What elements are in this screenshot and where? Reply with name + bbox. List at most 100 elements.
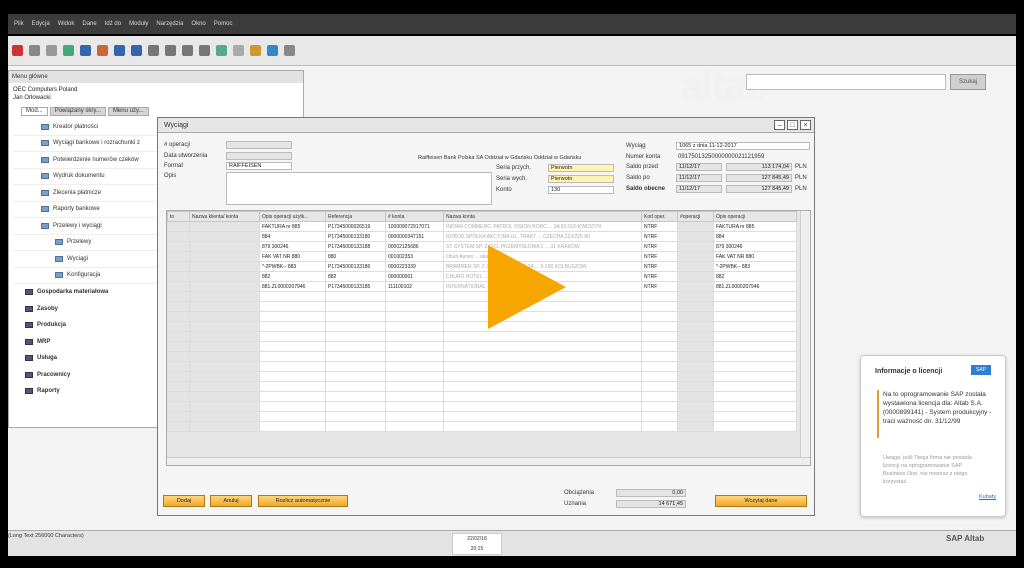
- table-cell[interactable]: [167, 261, 190, 272]
- table-cell[interactable]: [167, 381, 190, 392]
- next-record-icon[interactable]: [182, 45, 193, 56]
- table-cell[interactable]: [167, 371, 190, 382]
- column-header[interactable]: Nazwa klienta/ konta: [189, 211, 260, 222]
- table-cell[interactable]: [641, 391, 678, 402]
- export-icon[interactable]: [63, 45, 74, 56]
- tab-related[interactable]: Powiązany skry...: [49, 107, 106, 116]
- add-icon[interactable]: [131, 45, 142, 56]
- table-cell[interactable]: 882: [259, 271, 326, 282]
- table-cell[interactable]: [259, 351, 326, 362]
- table-cell[interactable]: [641, 421, 678, 432]
- table-cell[interactable]: [677, 391, 714, 402]
- email-icon[interactable]: [46, 45, 57, 56]
- table-cell[interactable]: [713, 351, 797, 362]
- find-icon[interactable]: [114, 45, 125, 56]
- table-cell[interactable]: [325, 311, 386, 322]
- pdf-icon[interactable]: [97, 45, 108, 56]
- table-cell[interactable]: [189, 371, 260, 382]
- table-cell[interactable]: 0000223339: [385, 261, 444, 272]
- play-icon[interactable]: [488, 245, 566, 329]
- table-cell[interactable]: [443, 391, 642, 402]
- table-cell[interactable]: *-2PWBK-- 883: [259, 261, 326, 272]
- table-cell[interactable]: [385, 401, 444, 412]
- table-cell[interactable]: [325, 381, 386, 392]
- table-cell[interactable]: [713, 341, 797, 352]
- table-cell[interactable]: [167, 271, 190, 282]
- table-cell[interactable]: [713, 291, 797, 302]
- table-cell[interactable]: [641, 351, 678, 362]
- table-cell[interactable]: [443, 371, 642, 382]
- table-cell[interactable]: P17345000133180: [325, 231, 386, 242]
- column-header[interactable]: Opis operacji: [713, 211, 797, 222]
- tab-user-menu[interactable]: Menu uży...: [107, 107, 149, 116]
- created-field[interactable]: [226, 152, 292, 160]
- menu-edit[interactable]: Edycja: [32, 21, 50, 27]
- table-cell[interactable]: [713, 381, 797, 392]
- table-cell[interactable]: [189, 401, 260, 412]
- close-icon[interactable]: ×: [800, 120, 811, 130]
- table-cell[interactable]: [677, 221, 714, 232]
- empty-row[interactable]: [167, 401, 797, 412]
- table-cell[interactable]: [189, 421, 260, 432]
- table-cell[interactable]: [443, 351, 642, 362]
- table-cell[interactable]: NTRF: [641, 241, 678, 252]
- table-cell[interactable]: [259, 361, 326, 372]
- table-cell[interactable]: [677, 381, 714, 392]
- table-cell[interactable]: [189, 251, 260, 262]
- table-cell[interactable]: [167, 311, 190, 322]
- table-cell[interactable]: [167, 421, 190, 432]
- table-cell[interactable]: [385, 391, 444, 402]
- empty-row[interactable]: [167, 371, 797, 382]
- sort-icon[interactable]: [233, 45, 244, 56]
- table-cell[interactable]: [385, 341, 444, 352]
- column-header[interactable]: # konta: [385, 211, 444, 222]
- help-icon[interactable]: [284, 45, 295, 56]
- table-cell[interactable]: [713, 361, 797, 372]
- tab-modules[interactable]: Mod...: [21, 107, 48, 116]
- print-icon[interactable]: [12, 45, 23, 56]
- table-cell[interactable]: 001002353: [385, 251, 444, 262]
- table-cell[interactable]: [325, 301, 386, 312]
- table-cell[interactable]: 879 300246: [713, 241, 797, 252]
- table-cell[interactable]: [189, 411, 260, 422]
- table-cell[interactable]: [641, 311, 678, 322]
- table-cell[interactable]: [325, 411, 386, 422]
- table-cell[interactable]: [167, 351, 190, 362]
- table-cell[interactable]: 882: [325, 271, 386, 282]
- menu-goto[interactable]: Idź do: [105, 21, 121, 27]
- save-icon[interactable]: [80, 45, 91, 56]
- table-cell[interactable]: NTRF: [641, 271, 678, 282]
- table-cell[interactable]: [713, 321, 797, 332]
- table-cell[interactable]: [713, 331, 797, 342]
- table-cell[interactable]: [677, 351, 714, 362]
- table-cell[interactable]: 880: [325, 251, 386, 262]
- table-cell[interactable]: [259, 371, 326, 382]
- table-cell[interactable]: [677, 401, 714, 412]
- add-button[interactable]: Dodaj: [163, 495, 205, 507]
- menu-modules[interactable]: Moduły: [129, 21, 148, 27]
- table-cell[interactable]: ROBOD SPÓŁKA AKCYJNA UL. TRAKT ... CZECH…: [443, 231, 642, 242]
- table-row[interactable]: FAK VAT NR 880 880 001002353 Obuh Asnes ...…: [167, 251, 797, 262]
- format-select[interactable]: RAIFFEISEN: [226, 162, 292, 170]
- table-cell[interactable]: [677, 301, 714, 312]
- table-cell[interactable]: 00002125686: [385, 241, 444, 252]
- table-cell[interactable]: [385, 321, 444, 332]
- table-cell[interactable]: FAK VAT NR 880: [713, 251, 797, 262]
- search-input[interactable]: [746, 74, 946, 90]
- table-cell[interactable]: [189, 351, 260, 362]
- table-cell[interactable]: [677, 361, 714, 372]
- table-cell[interactable]: [189, 221, 260, 232]
- table-cell[interactable]: [325, 341, 386, 352]
- table-cell[interactable]: [167, 391, 190, 402]
- table-cell[interactable]: [385, 291, 444, 302]
- table-cell[interactable]: [189, 231, 260, 242]
- table-cell[interactable]: [713, 301, 797, 312]
- table-row[interactable]: 879 300246 P17345000133188 00002125686 ST S…: [167, 241, 797, 252]
- table-cell[interactable]: [189, 381, 260, 392]
- column-header[interactable]: Referencja: [325, 211, 386, 222]
- table-cell[interactable]: INDIAN COMMERC. PATROL VISION BORC ... 3…: [443, 221, 642, 232]
- table-cell[interactable]: [189, 311, 260, 322]
- table-cell[interactable]: [167, 401, 190, 412]
- table-cell[interactable]: [677, 271, 714, 282]
- account-field[interactable]: 130: [548, 186, 614, 194]
